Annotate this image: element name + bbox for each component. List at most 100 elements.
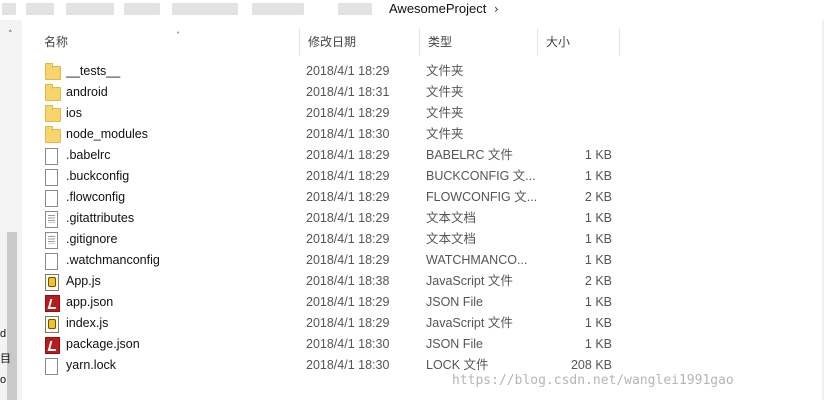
column-header-name-label: 名称	[44, 35, 69, 49]
file-date-modified: 2018/4/1 18:29	[306, 295, 390, 309]
folder-icon	[45, 84, 61, 101]
file-list: __tests__ 2018/4/1 18:29 文件夹 android 2018/4/…	[22, 61, 824, 376]
file-row[interactable]: App.js 2018/4/1 18:38 JavaScript 文件 2 KB	[22, 271, 824, 292]
column-header-type-label: 类型	[428, 35, 453, 49]
file-row[interactable]: app.json 2018/4/1 18:29 JSON File 1 KB	[22, 292, 824, 313]
sort-ascending-icon: ˄	[176, 31, 180, 40]
file-type: 文件夹	[426, 106, 464, 120]
breadcrumb: AwesomeProject ›	[0, 0, 824, 20]
file-name: .buckconfig	[66, 169, 130, 183]
blurred-path-segment	[172, 3, 238, 15]
file-size	[544, 82, 612, 103]
text-file-icon	[45, 232, 58, 249]
nav-item-fragment[interactable]: d	[0, 328, 6, 340]
file-name: .gitignore	[66, 232, 118, 246]
file-type: JSON File	[426, 295, 483, 309]
file-icon	[45, 148, 58, 165]
file-name: app.json	[66, 295, 114, 309]
file-row[interactable]: index.js 2018/4/1 18:29 JavaScript 文件 1 KB	[22, 313, 824, 334]
file-row[interactable]: android 2018/4/1 18:31 文件夹	[22, 82, 824, 103]
file-row[interactable]: __tests__ 2018/4/1 18:29 文件夹	[22, 61, 824, 82]
file-type: WATCHMANCO...	[426, 253, 528, 267]
file-row[interactable]: .babelrc 2018/4/1 18:29 BABELRC 文件 1 KB	[22, 145, 824, 166]
file-name: yarn.lock	[66, 358, 117, 372]
breadcrumb-current-folder[interactable]: AwesomeProject	[389, 1, 486, 16]
file-type: JavaScript 文件	[426, 316, 513, 330]
file-date-modified: 2018/4/1 18:30	[306, 337, 390, 351]
blurred-path-segment	[66, 3, 114, 15]
file-row[interactable]: package.json 2018/4/1 18:30 JSON File 1 KB	[22, 334, 824, 355]
chevron-right-icon[interactable]: ›	[494, 2, 499, 16]
javascript-file-icon	[45, 316, 59, 333]
file-name: android	[66, 85, 108, 99]
file-date-modified: 2018/4/1 18:29	[306, 232, 390, 246]
file-size: 2 KB	[584, 190, 612, 204]
text-file-icon	[45, 211, 58, 228]
file-date-modified: 2018/4/1 18:29	[306, 169, 390, 183]
blurred-path-segment	[252, 3, 304, 15]
file-size: 2 KB	[584, 274, 612, 288]
file-icon-cell	[45, 271, 63, 292]
file-icon-cell	[45, 82, 63, 103]
column-header-type[interactable]: 类型	[420, 28, 538, 56]
file-name: .babelrc	[66, 148, 111, 162]
watermark: https://blog.csdn.net/wanglei1991gao	[452, 373, 734, 388]
file-icon-cell	[45, 250, 63, 271]
file-name: __tests__	[66, 64, 121, 78]
file-icon	[45, 253, 58, 270]
navigation-pane[interactable]: ˄	[0, 20, 22, 400]
file-date-modified: 2018/4/1 18:29	[306, 190, 390, 204]
file-icon-cell	[45, 334, 63, 355]
column-header-date-label: 修改日期	[308, 35, 357, 49]
file-type: 文本文档	[426, 211, 477, 225]
file-row[interactable]: .gitignore 2018/4/1 18:29 文本文档 1 KB	[22, 229, 824, 250]
file-type: JavaScript 文件	[426, 274, 513, 288]
file-date-modified: 2018/4/1 18:29	[306, 106, 390, 120]
file-name: index.js	[66, 316, 109, 330]
file-name: App.js	[66, 274, 101, 288]
scroll-up-icon[interactable]: ˄	[8, 30, 13, 40]
javascript-file-icon	[45, 274, 59, 291]
file-size: 1 KB	[584, 337, 612, 351]
file-name: .gitattributes	[66, 211, 135, 225]
file-size: 1 KB	[584, 232, 612, 246]
file-row[interactable]: ios 2018/4/1 18:29 文件夹	[22, 103, 824, 124]
column-header-date[interactable]: 修改日期	[300, 28, 420, 56]
file-name: .watchmanconfig	[66, 253, 160, 267]
file-row[interactable]: .buckconfig 2018/4/1 18:29 BUCKCONFIG 文...…	[22, 166, 824, 187]
file-row[interactable]: .watchmanconfig 2018/4/1 18:29 WATCHMANCO.…	[22, 250, 824, 271]
file-size: 1 KB	[584, 169, 612, 183]
file-type: BUCKCONFIG 文...	[426, 169, 536, 183]
file-row[interactable]: node_modules 2018/4/1 18:30 文件夹	[22, 124, 824, 145]
file-icon-cell	[45, 355, 63, 376]
file-date-modified: 2018/4/1 18:29	[306, 253, 390, 267]
file-date-modified: 2018/4/1 18:30	[306, 127, 390, 141]
file-row[interactable]: .gitattributes 2018/4/1 18:29 文本文档 1 KB	[22, 208, 824, 229]
blurred-path-segment	[26, 3, 54, 15]
file-size	[544, 61, 612, 82]
file-size: 1 KB	[584, 253, 612, 267]
column-header-name[interactable]: 名称 ˄	[36, 28, 300, 56]
file-icon-cell	[45, 229, 63, 250]
file-date-modified: 2018/4/1 18:29	[306, 316, 390, 330]
file-row[interactable]: .flowconfig 2018/4/1 18:29 FLOWCONFIG 文...…	[22, 187, 824, 208]
file-icon-cell	[45, 124, 63, 145]
nav-item-fragment[interactable]: 目	[0, 350, 11, 366]
file-date-modified: 2018/4/1 18:38	[306, 274, 390, 288]
nav-item-fragment[interactable]: o	[0, 374, 6, 386]
blurred-path-segment	[124, 3, 160, 15]
file-name: package.json	[66, 337, 140, 351]
navigation-scrollbar-thumb[interactable]	[7, 232, 17, 400]
file-icon-cell	[45, 61, 63, 82]
file-name: node_modules	[66, 127, 149, 141]
file-icon-cell	[45, 292, 63, 313]
folder-icon	[45, 105, 61, 122]
file-icon-cell	[45, 166, 63, 187]
file-type: 文件夹	[426, 85, 464, 99]
file-icon	[45, 169, 58, 186]
file-date-modified: 2018/4/1 18:30	[306, 358, 390, 372]
folder-icon	[45, 63, 61, 80]
json-file-icon	[45, 295, 60, 312]
file-icon-cell	[45, 145, 63, 166]
column-header-size[interactable]: 大小	[538, 28, 620, 56]
